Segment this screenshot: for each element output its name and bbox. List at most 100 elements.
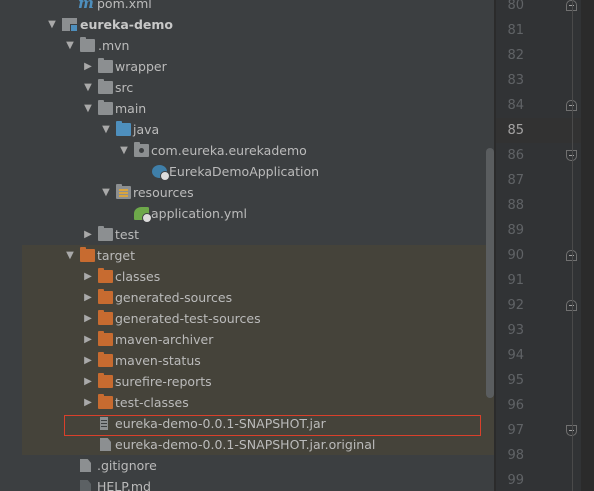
gutter-line[interactable]: 86 bbox=[496, 143, 594, 168]
gutter-line[interactable]: 83 bbox=[496, 68, 594, 93]
tree-item-label: generated-sources bbox=[115, 290, 233, 305]
line-number: 80 bbox=[507, 0, 524, 13]
tree-row[interactable]: ▶ wrapper bbox=[0, 56, 496, 77]
collapse-arrow-icon[interactable]: ▶ bbox=[82, 287, 94, 308]
line-number: 96 bbox=[507, 398, 524, 413]
tree-row[interactable]: ▼ main bbox=[0, 98, 496, 119]
expand-arrow-icon[interactable]: ▼ bbox=[46, 14, 58, 35]
gutter-line[interactable]: 99 bbox=[496, 468, 594, 491]
tree-item-label: .mvn bbox=[98, 38, 130, 53]
gutter-line[interactable]: 98 bbox=[496, 443, 594, 468]
tree-row[interactable]: ▶ maven-archiver bbox=[0, 329, 496, 350]
expand-arrow-icon[interactable]: ▼ bbox=[82, 77, 94, 98]
gutter-line[interactable]: 97 bbox=[496, 418, 594, 443]
tree-row[interactable]: ▼ target bbox=[0, 245, 496, 266]
excluded-folder-icon bbox=[98, 352, 113, 367]
tree-item-label: HELP.md bbox=[97, 479, 151, 491]
file-icon bbox=[100, 438, 111, 451]
line-number: 82 bbox=[507, 48, 524, 63]
gutter-line[interactable]: 90 bbox=[496, 243, 594, 268]
line-number: 97 bbox=[507, 423, 524, 438]
expand-arrow-icon[interactable]: ▼ bbox=[118, 140, 130, 161]
tree-row[interactable]: ▼ eureka-demo bbox=[0, 14, 496, 35]
gutter-line[interactable]: 95 bbox=[496, 368, 594, 393]
gutter-line[interactable]: 88 bbox=[496, 193, 594, 218]
gutter-line[interactable]: 94 bbox=[496, 343, 594, 368]
tree-row[interactable]: ▶ test-classes bbox=[0, 392, 496, 413]
collapse-arrow-icon[interactable]: ▶ bbox=[82, 350, 94, 371]
tree-item-label: target bbox=[97, 248, 136, 263]
gutter-line[interactable]: 87 bbox=[496, 168, 594, 193]
line-number: 85 bbox=[507, 123, 524, 138]
line-number: 98 bbox=[507, 448, 524, 463]
tree-row[interactable]: ▶ surefire-reports bbox=[0, 371, 496, 392]
tree-row[interactable]: ▶ classes bbox=[0, 266, 496, 287]
collapse-arrow-icon[interactable]: ▶ bbox=[82, 371, 94, 392]
expand-arrow-icon[interactable]: ▼ bbox=[100, 119, 112, 140]
collapse-arrow-icon[interactable]: ▶ bbox=[82, 56, 94, 77]
collapse-arrow-icon[interactable]: ▶ bbox=[82, 224, 94, 245]
expand-arrow-icon[interactable]: ▼ bbox=[82, 98, 94, 119]
line-number: 94 bbox=[507, 348, 524, 363]
collapse-arrow-icon[interactable]: ▶ bbox=[82, 266, 94, 287]
tree-row[interactable]: eureka-demo-0.0.1-SNAPSHOT.jar.original bbox=[0, 434, 496, 455]
project-tree-panel: m pom.xml ▼ eureka-demo ▼ .mvn ▶ wrapper ▼ src ▼ ma… bbox=[0, 0, 496, 491]
gutter-line[interactable]: 89 bbox=[496, 218, 594, 243]
gutter-line[interactable]: 80 bbox=[496, 0, 594, 18]
expand-arrow-icon[interactable]: ▼ bbox=[100, 182, 112, 203]
project-tree-scrollbar[interactable] bbox=[486, 148, 494, 398]
tree-item-label: main bbox=[115, 101, 147, 116]
expand-arrow-icon[interactable]: ▼ bbox=[64, 35, 76, 56]
resources-folder-icon bbox=[116, 184, 131, 199]
line-number: 90 bbox=[507, 248, 524, 263]
gutter-line[interactable]: 93 bbox=[496, 318, 594, 343]
tree-item-label: test bbox=[115, 227, 140, 242]
tree-item-label: com.eureka.eurekademo bbox=[151, 143, 307, 158]
tree-row[interactable]: ▼ com.eureka.eurekademo bbox=[0, 140, 496, 161]
tree-row[interactable]: ▶ generated-test-sources bbox=[0, 308, 496, 329]
tree-row[interactable]: ▶ test bbox=[0, 224, 496, 245]
excluded-folder-icon bbox=[98, 373, 113, 388]
tree-row[interactable]: application.yml bbox=[0, 203, 496, 224]
excluded-folder-icon bbox=[98, 268, 113, 283]
tree-item-label: maven-status bbox=[115, 353, 201, 368]
tree-row[interactable]: ▼ .mvn bbox=[0, 35, 496, 56]
line-number: 93 bbox=[507, 323, 524, 338]
tree-item-label: generated-test-sources bbox=[115, 311, 261, 326]
tree-row[interactable]: ▼ java bbox=[0, 119, 496, 140]
expand-arrow-icon[interactable]: ▼ bbox=[64, 245, 76, 266]
collapse-arrow-icon[interactable]: ▶ bbox=[82, 329, 94, 350]
module-folder-icon bbox=[62, 18, 78, 32]
tree-row[interactable]: ▶ maven-status bbox=[0, 350, 496, 371]
gutter-line[interactable]: 91 bbox=[496, 268, 594, 293]
tree-row[interactable]: eureka-demo-0.0.1-SNAPSHOT.jar bbox=[0, 413, 496, 434]
tree-row[interactable]: ▼ resources bbox=[0, 182, 496, 203]
line-number: 84 bbox=[507, 98, 524, 113]
tree-row[interactable]: HELP.md bbox=[0, 476, 496, 491]
gutter-line[interactable]: 84 bbox=[496, 93, 594, 118]
line-number: 99 bbox=[507, 473, 524, 488]
line-number: 86 bbox=[507, 148, 524, 163]
folder-icon bbox=[80, 37, 95, 52]
tree-item-label: eureka-demo bbox=[80, 17, 173, 32]
line-number: 92 bbox=[507, 298, 524, 313]
gutter-line[interactable]: 82 bbox=[496, 43, 594, 68]
tree-row[interactable]: ▶ generated-sources bbox=[0, 287, 496, 308]
source-folder-icon bbox=[116, 121, 131, 136]
gutter-line[interactable]: 92 bbox=[496, 293, 594, 318]
collapse-arrow-icon[interactable]: ▶ bbox=[82, 392, 94, 413]
jar-file-icon bbox=[100, 417, 108, 430]
tree-row[interactable]: m pom.xml bbox=[0, 0, 496, 14]
gutter-line[interactable]: 96 bbox=[496, 393, 594, 418]
tree-row[interactable]: .gitignore bbox=[0, 455, 496, 476]
editor-area-edge[interactable] bbox=[581, 0, 594, 491]
line-number: 91 bbox=[507, 273, 524, 288]
maven-file-icon: m bbox=[78, 0, 94, 12]
tree-row[interactable]: ▼ src bbox=[0, 77, 496, 98]
file-icon bbox=[80, 459, 91, 472]
line-number: 87 bbox=[507, 173, 524, 188]
collapse-arrow-icon[interactable]: ▶ bbox=[82, 308, 94, 329]
gutter-line[interactable]: 81 bbox=[496, 18, 594, 43]
tree-row[interactable]: EurekaDemoApplication bbox=[0, 161, 496, 182]
tree-item-label: maven-archiver bbox=[115, 332, 214, 347]
